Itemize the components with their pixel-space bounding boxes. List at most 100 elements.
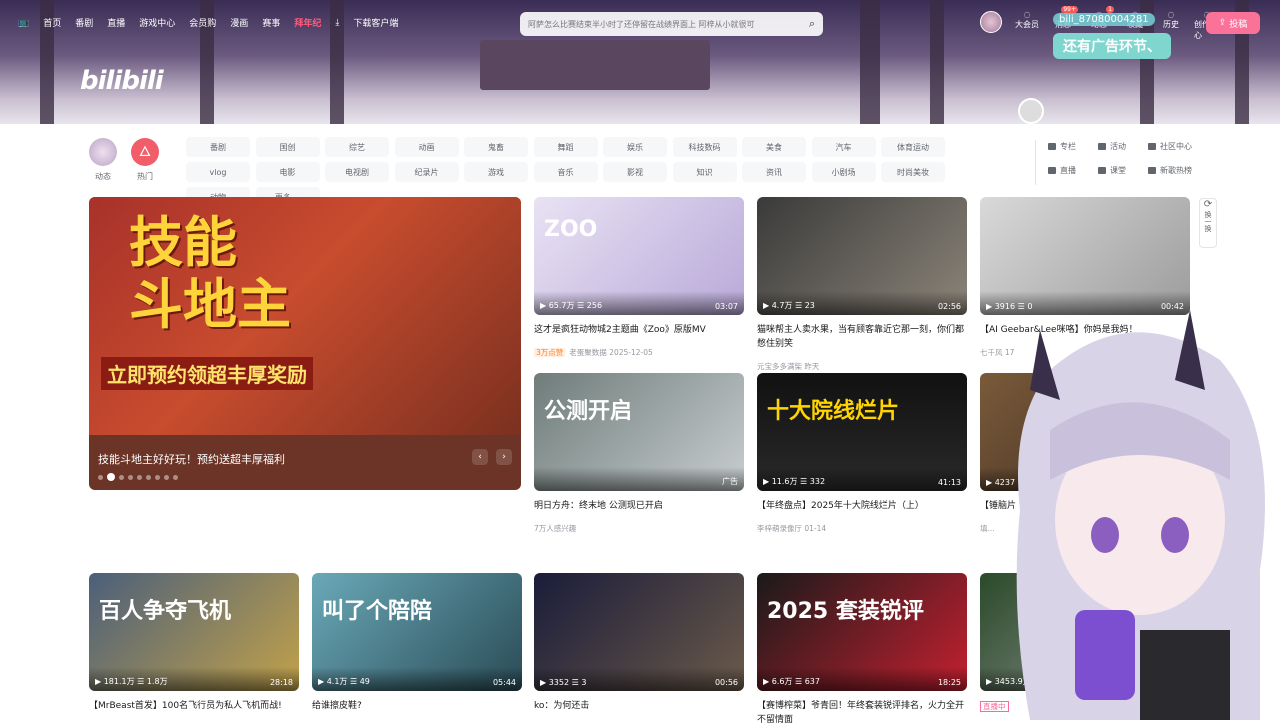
video-title[interactable]: 【MrBeast首发】100名飞行员为私人飞机而战! [89,699,299,713]
category-item[interactable]: 综艺 [325,137,389,157]
category-item[interactable]: 时尚美妆 [881,162,945,182]
nav-item[interactable]: 首页 [43,16,61,29]
video-card[interactable]: ▶ 3352 ☰ 3 00:56 ko：为何还击 [534,573,744,713]
video-thumbnail[interactable]: 十大院线烂片 ▶ 11.6万 ☰ 332 41:13 [757,373,967,491]
author-name[interactable]: 7万人感兴趣 [534,524,576,533]
category-item[interactable]: 番剧 [186,137,250,157]
video-thumbnail[interactable]: ▶ 3916 ☰ 0 00:42 [980,197,1190,315]
category-item[interactable]: 动画 [394,137,459,157]
video-title[interactable]: 【锤脑片 [980,499,1190,513]
carousel-caption[interactable]: 技能斗地主好好玩！预约送超丰厚福利 [98,451,285,467]
category-item[interactable]: 电影 [255,162,320,182]
carousel-dot[interactable] [146,474,151,480]
channel-hot[interactable]: 🜂 热门 [130,138,160,182]
channel-link[interactable]: 新歌热榜 [1148,165,1218,176]
video-thumbnail[interactable]: 公测开启 广告 [534,373,744,491]
video-card[interactable]: 公测开启 广告明日方舟：终末地 公测现已开启 7万人感兴趣 [534,373,744,534]
bilibili-logo[interactable]: bilibili [80,66,164,96]
category-item[interactable]: 舞蹈 [533,137,598,157]
upload-button[interactable]: ⇪ 投稿 [1206,12,1260,34]
nav-item[interactable]: 漫画 [230,16,248,29]
video-card[interactable]: ▶ 4.7万 ☰ 23 02:56 猫咪帮主人卖水果，当有顾客靠近它那一刻，你们都憋… [757,197,967,372]
video-card[interactable]: ▶ 3916 ☰ 0 00:42 【AI Geebar&Lee咪咯】你妈是我妈！ 七千… [980,197,1190,358]
video-thumbnail[interactable]: ZOO ▶ 65.7万 ☰ 256 03:07 [534,197,744,315]
video-thumbnail[interactable]: 百人争夺飞机 ▶ 181.1万 ☰ 1.8万 28:18 [89,573,299,691]
author-name[interactable]: 元宝多多满柴 [757,362,802,371]
category-item[interactable]: 小剧场 [811,162,876,182]
carousel-dot[interactable] [155,474,160,480]
search-input[interactable]: 阿萨怎么比赛结束半小时了还停留在战绩界面上 阿梓从小就很可 ⌕ [520,12,823,36]
video-card[interactable]: 十大院线烂片 ▶ 11.6万 ☰ 332 41:13 【年终盘点】2025年十大院线烂… [757,373,967,534]
category-item[interactable]: 资讯 [742,162,806,182]
category-item[interactable]: 音乐 [533,162,598,182]
category-item[interactable]: 游戏 [464,162,528,182]
video-duration: 03:07 [714,302,738,311]
category-item[interactable]: 纪录片 [394,162,459,182]
nav-item[interactable]: 番剧 [75,16,93,29]
carousel-dot[interactable] [173,474,178,480]
carousel-next-button[interactable]: › [496,449,512,465]
channel-link[interactable]: 直播 [1048,165,1098,176]
video-title[interactable]: 猫咪帮主人卖水果，当有顾客靠近它那一刻，你们都憋住别笑 [757,323,967,351]
category-item[interactable]: 体育运动 [881,137,945,157]
banner-carousel[interactable]: 技能 斗地主 立即预约领超丰厚奖励 技能斗地主好好玩！预约送超丰厚福利 ‹ › [89,197,521,490]
video-thumbnail[interactable]: 2025 套装锐评 ▶ 6.6万 ☰ 637 18:25 [757,573,967,691]
carousel-dot[interactable] [107,473,115,481]
category-item[interactable]: 国创 [255,137,320,157]
category-item[interactable]: 知识 [672,162,737,182]
nav-item[interactable]: 会员购 [189,16,216,29]
carousel-image[interactable]: 技能 斗地主 立即预约领超丰厚奖励 [89,197,521,435]
video-thumbnail[interactable]: ▶ 4.7万 ☰ 23 02:56 [757,197,967,315]
author-name[interactable]: 七千风 [980,348,1003,357]
category-item[interactable]: vlog [186,162,250,182]
category-item[interactable]: 娱乐 [603,137,667,157]
carousel-prev-button[interactable]: ‹ [472,449,488,465]
nav-item[interactable]: 下载客户端 [353,16,398,29]
carousel-dot[interactable] [137,474,142,480]
channel-link[interactable]: 活动 [1098,141,1148,152]
video-title[interactable]: 这才是疯狂动物城2主题曲《Zoo》原版MV [534,323,744,337]
dynamic-avatar-icon [89,138,117,166]
video-card[interactable]: 2025 套装锐评 ▶ 6.6万 ☰ 637 18:25 【赛博榨菜】爷青回！年终套装… [757,573,967,727]
category-item[interactable]: 美食 [742,137,806,157]
author-name[interactable]: 填... [980,524,995,533]
author-name[interactable]: 李梓萌录像厅 [757,524,802,533]
channel-link[interactable]: 专栏 [1048,141,1098,152]
carousel-dot[interactable] [164,474,169,480]
carousel-dot[interactable] [98,474,103,480]
nav-item[interactable]: 赛事 [262,16,280,29]
channel-dynamic[interactable]: 动态 [88,138,118,182]
nav-item[interactable]: 拜年纪 [294,16,321,29]
video-title[interactable]: 【AI Geebar&Lee咪咯】你妈是我妈！ [980,323,1190,337]
video-card[interactable]: 叫了个陪陪 ▶ 4.1万 ☰ 49 05:44 给谁擦皮鞋? [312,573,522,713]
category-item[interactable]: 科技数码 [672,137,737,157]
channel-link[interactable]: 课堂 [1098,165,1148,176]
refresh-button[interactable]: ⟳ 换一换 [1199,198,1217,248]
category-item[interactable]: 电视剧 [325,162,389,182]
video-card[interactable]: ▶ 4237 【锤脑片填... [980,373,1190,534]
header-icon-0[interactable]: ◌ 大会员 [1014,10,1040,41]
category-item[interactable]: 影视 [603,162,667,182]
carousel-dot[interactable] [128,474,133,480]
category-item[interactable]: 汽车 [811,137,876,157]
category-item[interactable]: 鬼畜 [464,137,528,157]
video-thumbnail[interactable]: ▶ 3453.9万 [980,573,1190,691]
video-title[interactable]: 明日方舟：终末地 公测现已开启 [534,499,744,513]
video-card[interactable]: ▶ 3453.9万 直播中 [980,573,1190,712]
author-name[interactable]: 老蛋聚数据 [569,348,607,357]
nav-item[interactable]: 游戏中心 [139,16,175,29]
video-thumbnail[interactable]: ▶ 4237 [980,373,1190,491]
search-icon[interactable]: ⌕ [809,17,815,31]
carousel-dot[interactable] [119,474,124,480]
user-avatar[interactable] [980,11,1002,33]
video-title[interactable]: 【赛博榨菜】爷青回！年终套装锐评排名，火力全开不留情面 [757,699,967,727]
video-thumbnail[interactable]: 叫了个陪陪 ▶ 4.1万 ☰ 49 05:44 [312,573,522,691]
nav-item[interactable]: 直播 [107,16,125,29]
video-card[interactable]: ZOO ▶ 65.7万 ☰ 256 03:07 这才是疯狂动物城2主题曲《Zoo》原版… [534,197,744,358]
video-thumbnail[interactable]: ▶ 3352 ☰ 3 00:56 [534,573,744,691]
channel-link[interactable]: 社区中心 [1148,141,1218,152]
video-title[interactable]: ko：为何还击 [534,699,744,713]
video-title[interactable]: 【年终盘点】2025年十大院线烂片（上） [757,499,967,513]
video-card[interactable]: 百人争夺飞机 ▶ 181.1万 ☰ 1.8万 28:18 【MrBeast首发】100… [89,573,299,713]
video-title[interactable]: 给谁擦皮鞋? [312,699,522,713]
